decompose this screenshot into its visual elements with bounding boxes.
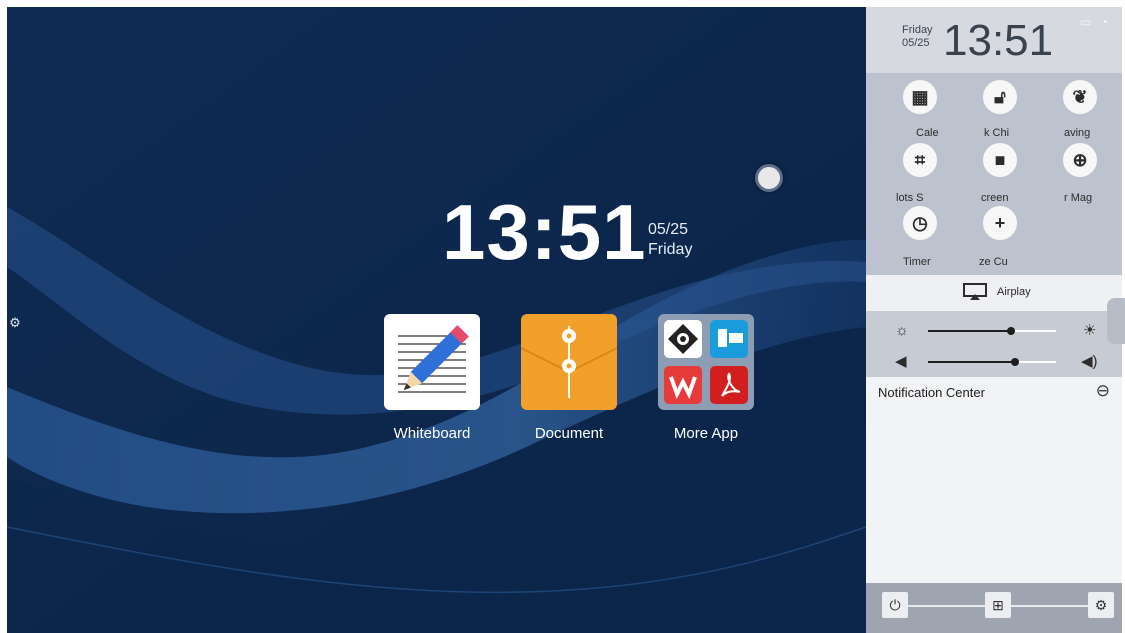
app-whiteboard-label: Whiteboard bbox=[393, 425, 471, 442]
panel-header: Friday 05/25 13:51 ▭ ◔ bbox=[866, 7, 1122, 73]
pdf-reader-app-icon bbox=[710, 366, 748, 404]
wifi-icon: ◔ bbox=[1100, 15, 1108, 29]
timer-icon[interactable]: ◷ bbox=[903, 206, 937, 240]
quick-label-customize: ze Cu bbox=[979, 256, 1008, 268]
quick-label-timer: Timer bbox=[903, 256, 931, 268]
assistive-touch-icon[interactable] bbox=[755, 164, 783, 192]
panel-clock: 13:51 bbox=[943, 16, 1054, 65]
app-more-label: More App bbox=[673, 425, 739, 442]
screen: 13:51 05/25 Friday ⚙ Whiteboard Document… bbox=[7, 7, 1122, 633]
quick-label-lock: k Chi bbox=[984, 127, 1010, 139]
brightness-slider[interactable] bbox=[928, 327, 1056, 335]
app-document-label: Document bbox=[534, 425, 604, 442]
calendar-icon[interactable]: ▦ bbox=[903, 80, 937, 114]
panel-bottom-bar: ⏻ ⊞ ⚙ bbox=[866, 583, 1122, 633]
brightness-row: ☼ ☀ bbox=[866, 320, 1122, 342]
app-more[interactable]: More App bbox=[656, 314, 756, 442]
panel-date-value: 05/25 bbox=[902, 37, 930, 49]
quick-actions-area: Friday 05/25 13:51 ▭ ◔ ▦ 🔓︎ ❦ Cale k Chi… bbox=[866, 7, 1122, 275]
airplay-icon bbox=[963, 283, 987, 306]
screen-icon: ▭ bbox=[1080, 15, 1092, 29]
pencil-notepad-icon bbox=[384, 314, 480, 410]
brightness-knob[interactable] bbox=[1007, 327, 1016, 335]
wps-app-icon bbox=[664, 366, 702, 404]
unlock-icon[interactable]: 🔓︎ bbox=[983, 80, 1017, 114]
crop-icon[interactable]: ⌗ bbox=[903, 143, 937, 177]
eshare-app-icon bbox=[664, 320, 702, 358]
power-icon[interactable]: ⏻ bbox=[882, 592, 908, 618]
leaf-icon[interactable]: ❦ bbox=[1063, 80, 1097, 114]
app-document[interactable]: Document bbox=[519, 314, 619, 442]
status-icons: ▭ ◔ bbox=[1080, 15, 1108, 29]
plus-icon[interactable]: + bbox=[983, 206, 1017, 240]
envelope-folder-icon bbox=[521, 314, 617, 410]
right-edge-gear-icon[interactable] bbox=[1107, 298, 1125, 344]
desktop-clock: 13:51 bbox=[442, 188, 647, 276]
left-edge-gear-icon[interactable]: ⚙ bbox=[9, 310, 21, 336]
quick-label-calendar: Cale bbox=[916, 127, 939, 139]
notification-center-header: Notification Center ⊖ bbox=[866, 377, 1122, 407]
windows-icon[interactable]: ⊞ bbox=[985, 592, 1011, 618]
desktop: 13:51 05/25 Friday ⚙ Whiteboard Document… bbox=[7, 7, 866, 633]
screen-mirror-app-icon bbox=[710, 320, 748, 358]
settings-icon[interactable]: ⚙ bbox=[1088, 592, 1114, 618]
notification-center-title: Notification Center bbox=[878, 385, 985, 400]
airplay-button[interactable]: Airplay bbox=[866, 275, 1122, 311]
quick-label-saving: aving bbox=[1064, 127, 1091, 139]
volume-fill bbox=[928, 361, 1016, 363]
volume-knob[interactable] bbox=[1011, 358, 1020, 366]
volume-low-icon: ◀ bbox=[895, 353, 907, 370]
volume-high-icon: ◀) bbox=[1081, 353, 1098, 370]
quick-label-screen: creen bbox=[981, 192, 1009, 204]
brightness-low-icon: ☼ bbox=[895, 322, 909, 339]
panel-weekday: Friday bbox=[902, 24, 933, 36]
quick-label-magnifier: r Mag bbox=[1064, 192, 1093, 204]
volume-slider[interactable] bbox=[928, 358, 1056, 366]
clear-notifications-icon[interactable]: ⊖ bbox=[1096, 381, 1110, 401]
volume-row: ◀ ◀) bbox=[866, 351, 1122, 373]
panel-date: Friday 05/25 bbox=[902, 24, 933, 50]
app-grid-icon bbox=[658, 314, 754, 410]
quick-label-screenshots: lots S bbox=[896, 192, 924, 204]
desktop-date-value: 05/25 bbox=[648, 221, 689, 238]
airplay-label: Airplay bbox=[997, 286, 1031, 298]
desktop-weekday: Friday bbox=[648, 241, 693, 258]
desktop-date: 05/25 Friday bbox=[648, 220, 692, 260]
app-whiteboard[interactable]: Whiteboard bbox=[382, 314, 482, 442]
video-camera-icon[interactable]: ■ bbox=[983, 143, 1017, 177]
notification-list bbox=[866, 407, 1122, 583]
control-panel: Friday 05/25 13:51 ▭ ◔ ▦ 🔓︎ ❦ Cale k Chi… bbox=[866, 7, 1122, 633]
sliders-area: ☼ ☀ ◀ ◀) bbox=[866, 311, 1122, 377]
brightness-high-icon: ☀ bbox=[1083, 322, 1097, 339]
zoom-in-icon[interactable]: ⊕ bbox=[1063, 143, 1097, 177]
brightness-fill bbox=[928, 330, 1012, 332]
